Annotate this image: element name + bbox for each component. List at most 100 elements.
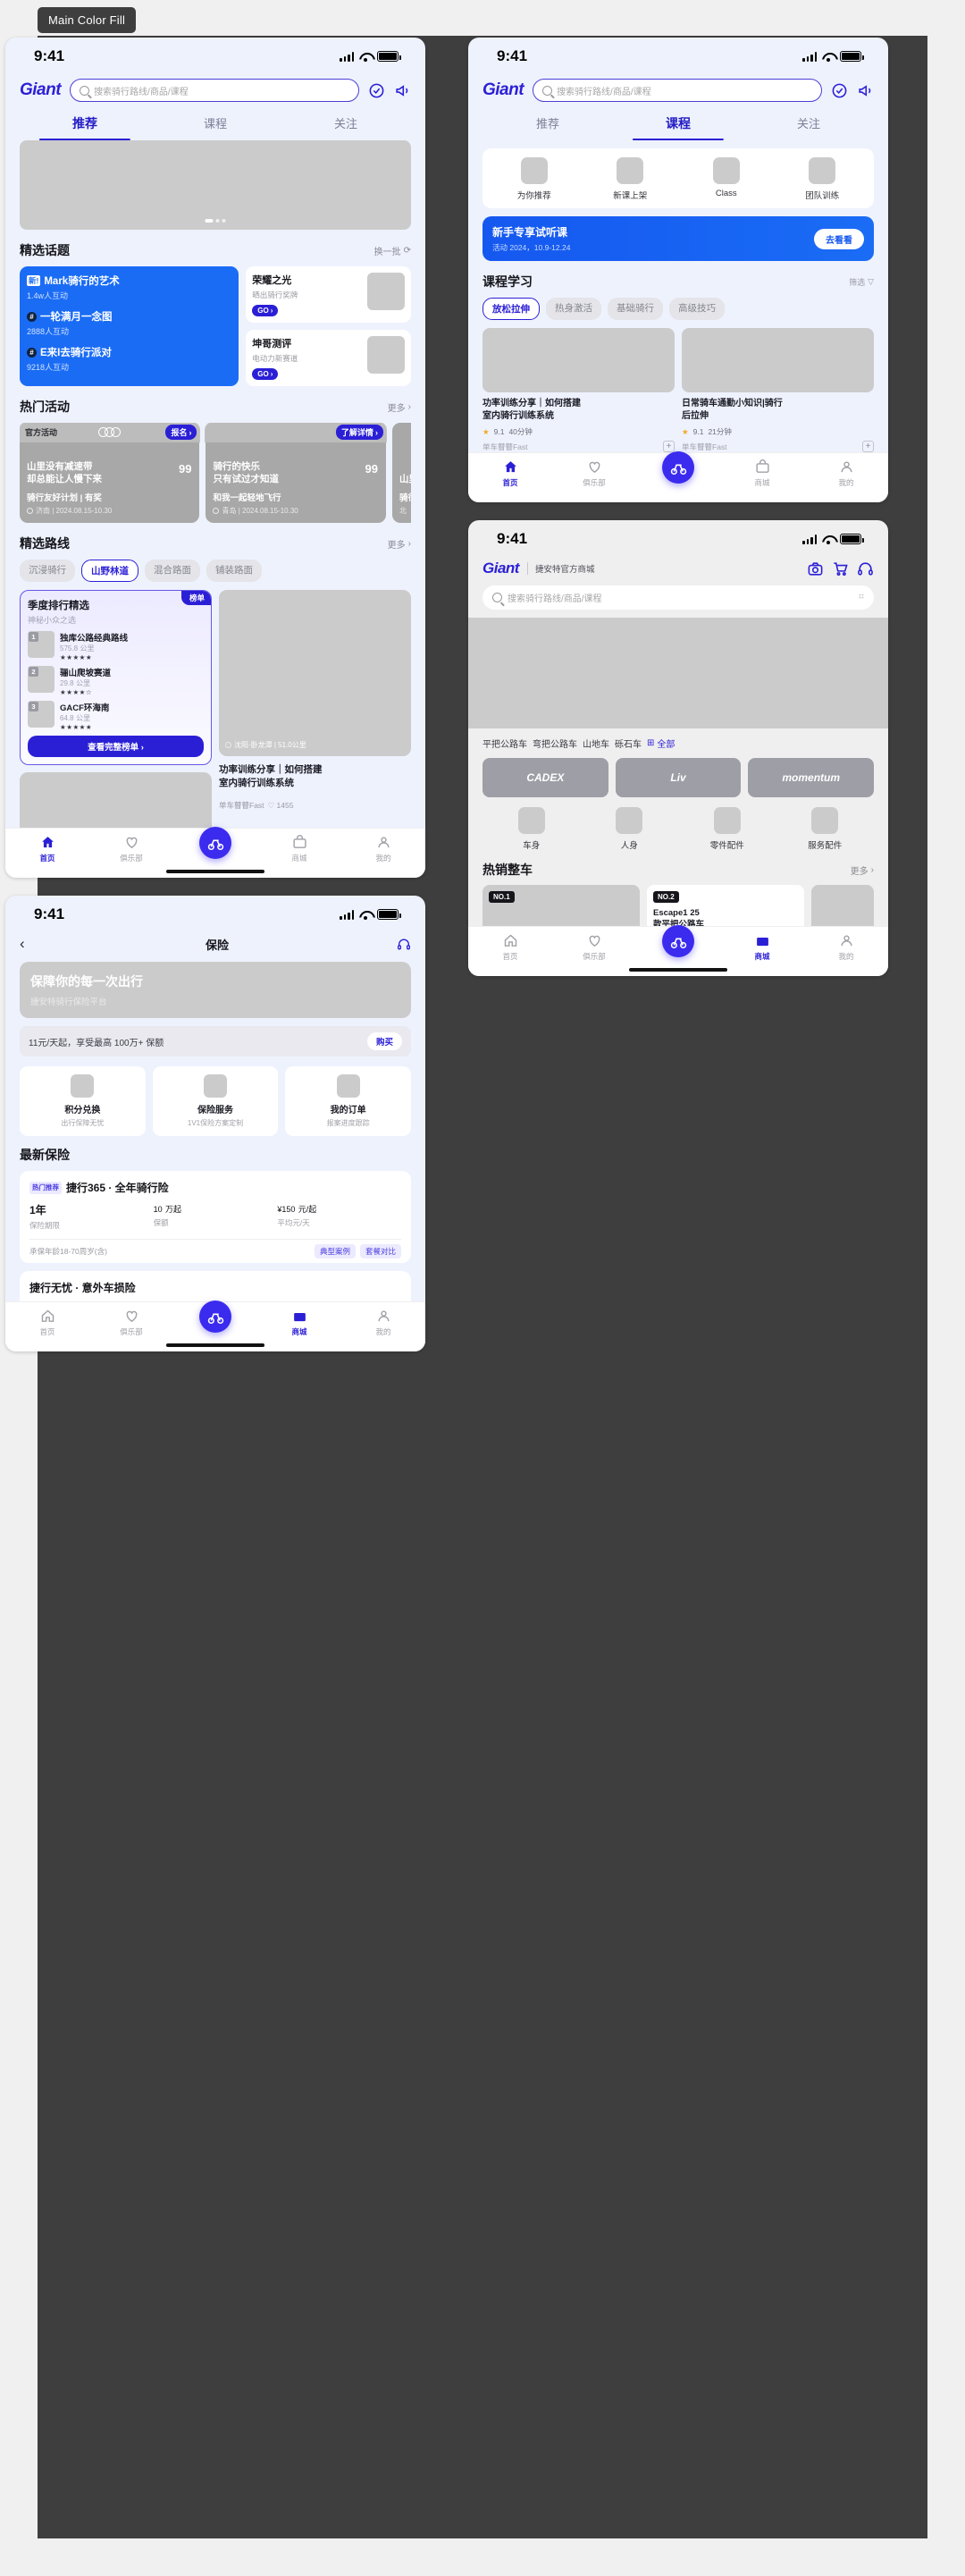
nav-club[interactable]: 俱乐部 <box>89 835 173 863</box>
category-gravel[interactable]: 砾石车 <box>615 737 642 750</box>
headset-icon[interactable] <box>397 936 411 953</box>
mall-hero-banner[interactable] <box>468 618 888 728</box>
promo-banner[interactable]: 新手专享试听课 活动 2024，10.9-12.24 去看看 <box>482 216 874 261</box>
tab-recommend[interactable]: 推荐 <box>20 111 150 140</box>
search-input[interactable]: 搜索骑行路线/商品/课程 ⌗ <box>482 585 874 610</box>
entry-orders[interactable]: 我的订单 报案进度跟踪 <box>285 1066 412 1136</box>
megaphone-icon[interactable] <box>857 82 874 99</box>
brand-logo: Giant <box>482 80 524 99</box>
activity-card[interactable]: 官方活动 报名 › 99 山里没有减速带 却总能让人慢下来 骑行友好计划 | 有… <box>20 423 201 523</box>
topic-sub: 1.4w人互动 <box>27 291 69 300</box>
quick-entry[interactable]: 为你推荐 <box>486 157 583 201</box>
check-circle-icon[interactable] <box>368 82 385 99</box>
nav-home[interactable]: 首页 <box>5 1309 89 1337</box>
category-flatbar[interactable]: 平把公路车 <box>482 737 527 750</box>
like-icon[interactable]: ♡ 1455 <box>268 801 294 811</box>
nav-home[interactable]: 首页 <box>5 835 89 863</box>
product-card[interactable]: 热门推荐 捷行365 · 全年骑行险 1年 保险期限 10 万起 保额 ¥150 元… <box>20 1171 411 1263</box>
nav-profile[interactable]: 我的 <box>341 835 425 863</box>
nav-shop[interactable]: 商城 <box>257 835 341 863</box>
tab-follow[interactable]: 关注 <box>281 111 411 140</box>
activity-meta: 青岛 | 2024.08.15-10.30 <box>222 507 298 515</box>
topic-card-honor[interactable]: 荣耀之光 晒出骑行奖牌 GO › <box>246 266 411 323</box>
signup-button[interactable]: 报名 › <box>165 425 197 440</box>
course-card[interactable]: 日常骑车通勤小知识|骑行 后拉伸 ★ 9.1 21分钟 单车瞽瞽Fast + <box>682 328 874 452</box>
brand-card-liv[interactable]: Liv <box>615 758 742 797</box>
topic-card-primary[interactable]: 新! Mark骑行的艺术 1.4w人互动 # 一轮满月一念图 2888人互动 # E来… <box>20 266 239 386</box>
rank-card[interactable]: 榜单 季度排行精选 神秘小众之选 1 独库公路经典路线 575.8 公里 ★★★… <box>20 590 212 765</box>
tab-course[interactable]: 课程 <box>613 111 743 140</box>
headset-icon[interactable] <box>857 560 874 577</box>
entry-service[interactable]: 保险服务 1V1保险方案定制 <box>152 1066 279 1136</box>
chip-immersive[interactable]: 沉浸骑行 <box>20 560 75 582</box>
nav-profile[interactable]: 我的 <box>804 459 888 488</box>
tab-recommend[interactable]: 推荐 <box>482 111 613 140</box>
activities-more[interactable]: 更多 › <box>388 400 411 414</box>
check-circle-icon[interactable] <box>831 82 848 99</box>
brand-card-cadex[interactable]: CADEX <box>482 758 608 797</box>
megaphone-icon[interactable] <box>394 82 411 99</box>
tab-follow[interactable]: 关注 <box>743 111 874 140</box>
tab-course[interactable]: 课程 <box>150 111 281 140</box>
case-button[interactable]: 典型案例 <box>314 1244 356 1259</box>
nav-club[interactable]: 俱乐部 <box>552 933 636 962</box>
nav-shop[interactable]: 商城 <box>720 459 804 488</box>
chip-warmup[interactable]: 热身激活 <box>546 298 601 320</box>
part-body[interactable]: 人身 <box>581 807 679 851</box>
promo-button[interactable]: 去看看 <box>814 228 864 249</box>
search-input[interactable]: 搜索骑行路线/商品/课程 <box>533 79 822 102</box>
back-icon[interactable]: ‹ <box>20 935 38 953</box>
list-item[interactable]: 2 骊山爬坡赛道 29.8 公里 ★★★★☆ <box>28 666 204 696</box>
course-card[interactable]: 功率训练分享｜如何搭建 室内骑行训练系统 ★ 9.1 40分钟 单车瞽瞽Fast + <box>482 328 675 452</box>
route-image[interactable]: 沈阳·卧龙潭 | 51.0公里 <box>219 590 411 756</box>
nav-home[interactable]: 首页 <box>468 933 552 962</box>
brand-card-momentum[interactable]: momentum <box>748 758 875 797</box>
topics-refresh[interactable]: 换一批 ⟳ <box>374 244 411 257</box>
part-components[interactable]: 零件配件 <box>678 807 776 851</box>
nav-club[interactable]: 俱乐部 <box>89 1309 173 1337</box>
part-frame[interactable]: 车身 <box>482 807 581 851</box>
activity-card[interactable]: 山里 骑行 北 <box>391 423 411 523</box>
filter-button[interactable]: 筛选 ▽ <box>849 276 874 288</box>
quick-entry[interactable]: Class <box>678 157 775 201</box>
nav-shop[interactable]: 商城 <box>257 1309 341 1337</box>
scan-icon[interactable]: ⌗ <box>859 592 864 603</box>
category-dropbar[interactable]: 弯把公路车 <box>533 737 577 750</box>
activity-card[interactable]: 了解详情 › 99 骑行的快乐 只有试过才知道 和我一起轻地飞行 青岛 | 20… <box>205 423 387 523</box>
entry-points[interactable]: 积分兑换 出行保障无忧 <box>20 1066 146 1136</box>
compare-button[interactable]: 套餐对比 <box>359 1244 401 1259</box>
nav-profile[interactable]: 我的 <box>804 933 888 962</box>
quick-entry[interactable]: 团队训练 <box>775 157 871 201</box>
category-mtb[interactable]: 山地车 <box>583 737 609 750</box>
chip-stretch[interactable]: 放松拉伸 <box>482 298 540 320</box>
cart-icon[interactable] <box>832 560 849 577</box>
camera-icon[interactable] <box>807 560 824 577</box>
hero-banner[interactable] <box>20 140 411 230</box>
nav-shop[interactable]: 商城 <box>720 933 804 962</box>
list-item[interactable]: 3 GACF环海南 64.8 公里 ★★★★★ <box>28 701 204 731</box>
go-button[interactable]: GO › <box>252 368 279 380</box>
chip-basic[interactable]: 基础骑行 <box>608 298 663 320</box>
chip-paved[interactable]: 铺装路面 <box>206 560 262 582</box>
search-input[interactable]: 搜索骑行路线/商品/课程 <box>70 79 359 102</box>
routes-more[interactable]: 更多 › <box>388 537 411 551</box>
add-icon[interactable]: + <box>862 441 874 452</box>
topic-card-review[interactable]: 坤哥测评 电动力新赛道 GO › <box>246 330 411 386</box>
detail-button[interactable]: 了解详情 › <box>335 425 383 440</box>
quick-entry[interactable]: 新课上架 <box>583 157 679 201</box>
view-full-rank-button[interactable]: 查看完整榜单 › <box>28 736 204 757</box>
add-icon[interactable]: + <box>663 441 675 452</box>
hot-more[interactable]: 更多 › <box>851 863 874 877</box>
insurance-navbar: ‹ 保险 <box>5 933 425 962</box>
buy-button[interactable]: 购买 <box>366 1032 402 1050</box>
nav-profile[interactable]: 我的 <box>341 1309 425 1337</box>
chip-advanced[interactable]: 高级技巧 <box>669 298 725 320</box>
list-item[interactable]: 1 独库公路经典路线 575.8 公里 ★★★★★ <box>28 631 204 661</box>
nav-home[interactable]: 首页 <box>468 459 552 488</box>
nav-club[interactable]: 俱乐部 <box>552 459 636 488</box>
chip-mountain[interactable]: 山野林道 <box>81 560 138 582</box>
category-all[interactable]: ⊞ 全部 <box>647 737 675 750</box>
go-button[interactable]: GO › <box>252 305 279 316</box>
part-service[interactable]: 服务配件 <box>776 807 875 851</box>
chip-mixed[interactable]: 混合路面 <box>145 560 200 582</box>
